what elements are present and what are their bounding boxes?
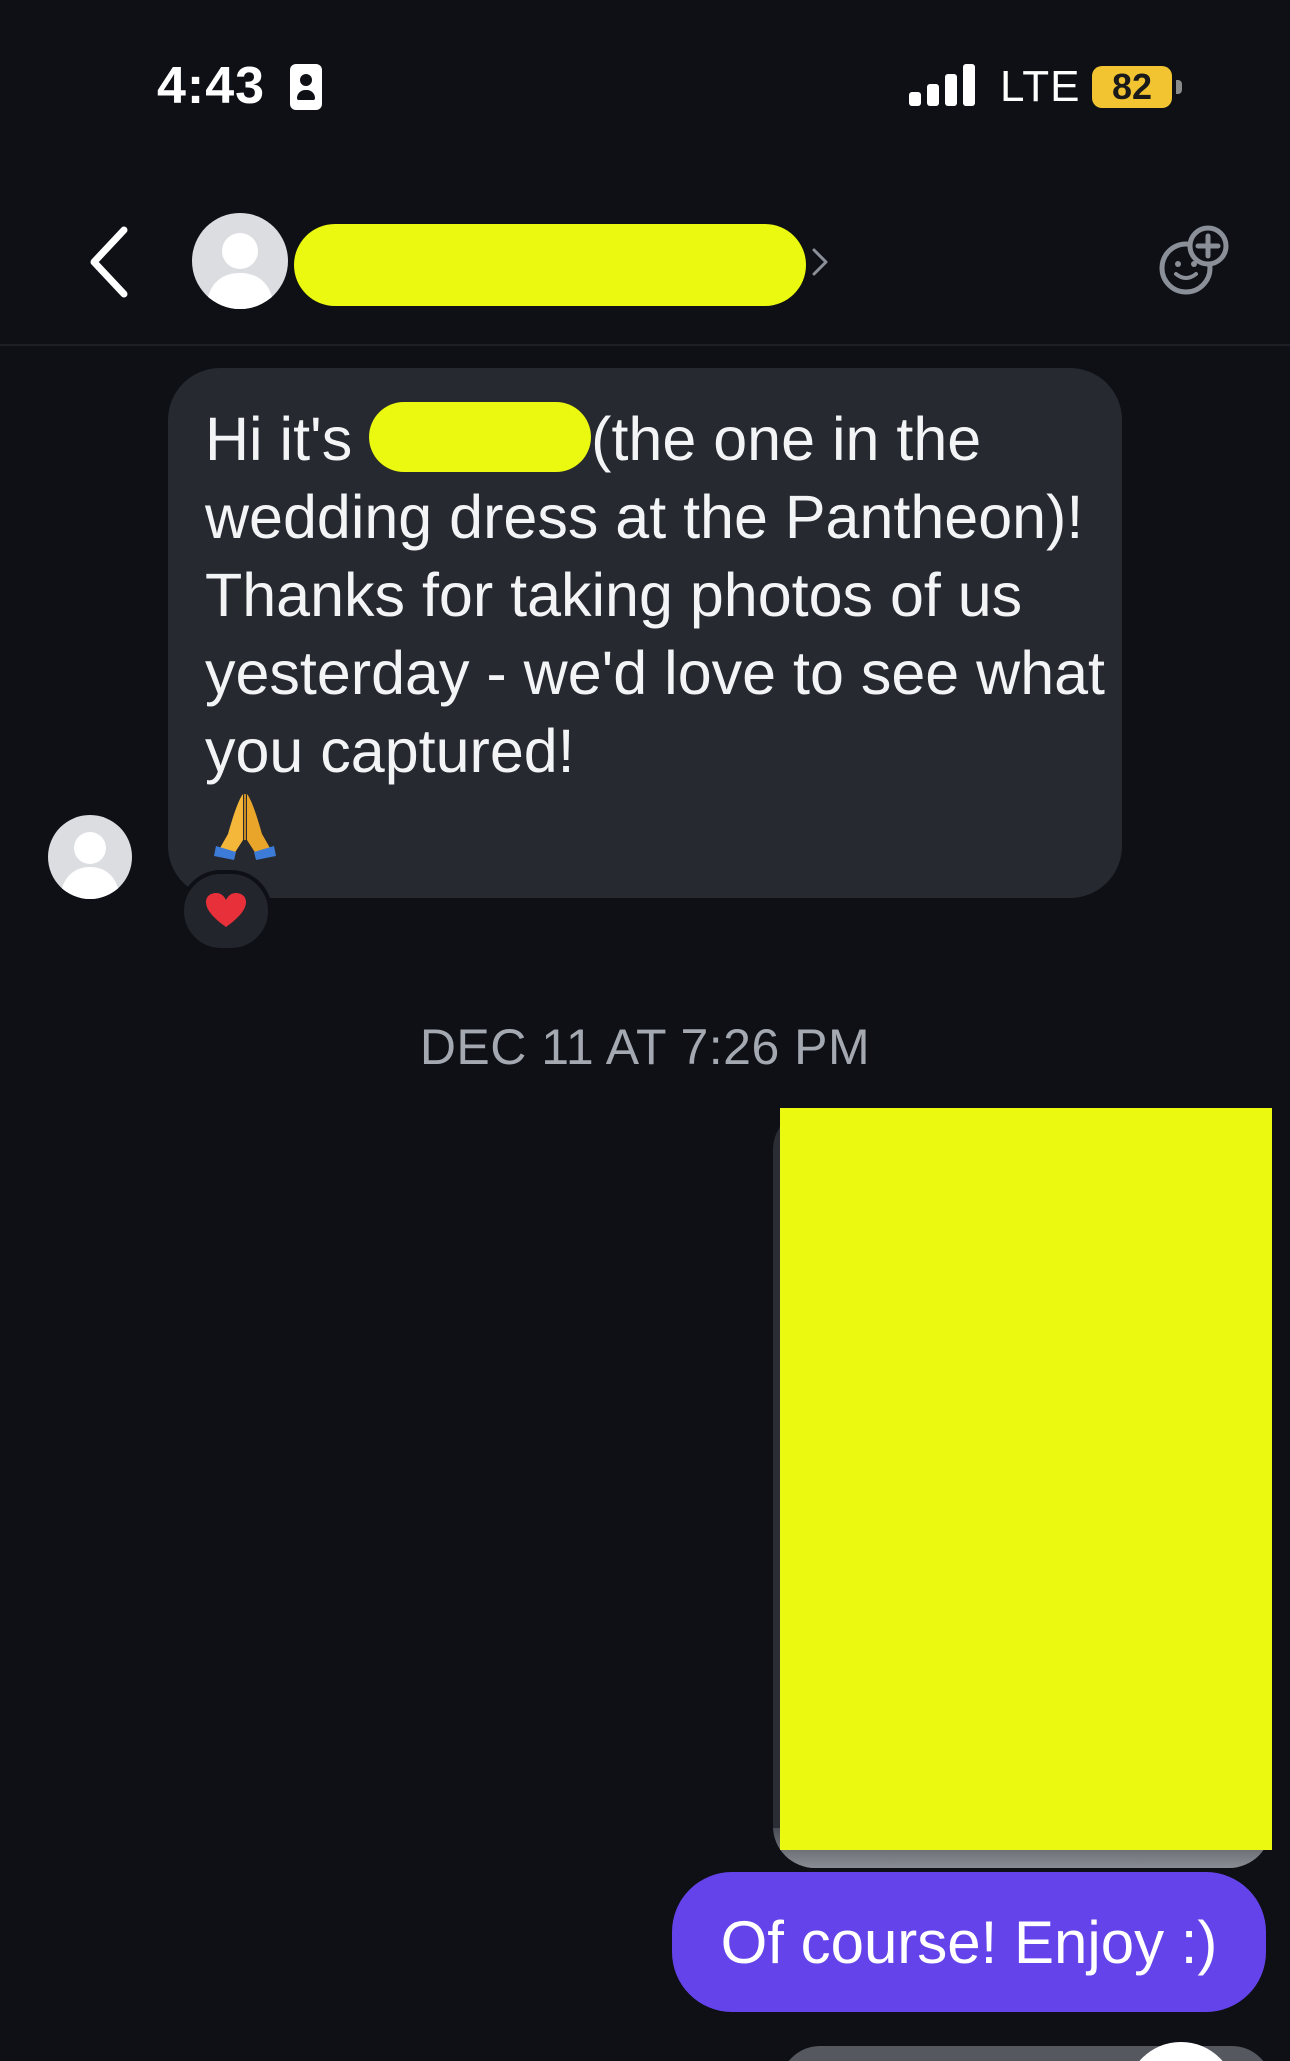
chat-screen: 4:43 LTE 82 Hi it's (the one in the wedd…	[0, 0, 1290, 2061]
photo-redaction	[780, 1108, 1272, 1850]
contact-avatar[interactable]	[192, 213, 288, 309]
incoming-message-text: Hi it's (the one in the wedding dress at…	[205, 400, 1105, 790]
person-silhouette-icon	[60, 832, 120, 899]
header-divider	[0, 344, 1290, 346]
face-plus-icon	[1159, 225, 1229, 295]
signal-strength-icon	[909, 64, 977, 106]
network-type: LTE	[1000, 62, 1081, 111]
battery-tip	[1176, 80, 1182, 94]
battery-level: 82	[1111, 66, 1153, 107]
chevron-right-icon	[812, 248, 828, 276]
red-heart-icon	[206, 893, 246, 927]
outgoing-message-text: Of course! Enjoy :)	[720, 1908, 1218, 1976]
back-button[interactable]	[82, 222, 142, 302]
status-time: 4:43	[157, 57, 266, 115]
sender-avatar[interactable]	[48, 815, 132, 899]
message-text-start: Hi it's	[205, 405, 370, 473]
contact-card-icon	[290, 64, 322, 110]
chevron-left-icon	[90, 226, 128, 298]
outgoing-message-bubble[interactable]: Of course! Enjoy :)	[672, 1872, 1266, 2012]
person-silhouette-icon	[206, 233, 274, 309]
folded-hands-icon	[214, 794, 276, 860]
message-timestamp: DEC 11 AT 7:26 PM	[419, 1019, 871, 1075]
redacted-name	[369, 402, 592, 472]
battery-indicator: 82	[1092, 66, 1172, 108]
contact-name[interactable]	[294, 224, 806, 306]
heart-reaction[interactable]	[180, 870, 272, 952]
add-people-button[interactable]	[1154, 220, 1234, 300]
